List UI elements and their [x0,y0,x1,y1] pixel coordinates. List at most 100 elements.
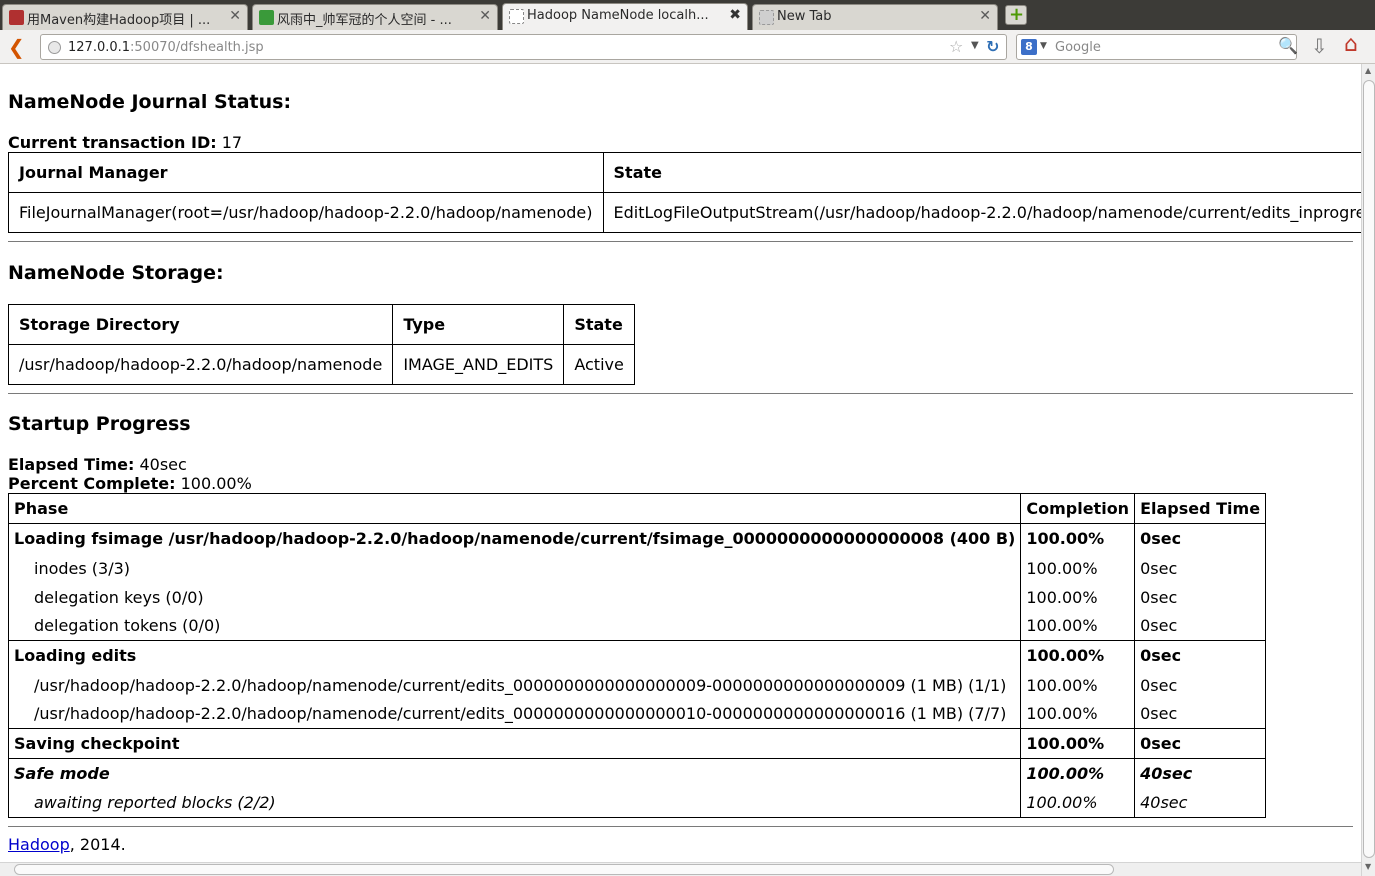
favicon-icon [509,9,524,24]
history-dropdown-icon[interactable]: ▼ [971,40,979,51]
storage-directory-cell: /usr/hadoop/hadoop-2.2.0/hadoop/namenode [7,344,394,385]
completion-cell: 100.00% [1020,582,1136,612]
phase-cell: /usr/hadoop/hadoop-2.2.0/hadoop/namenode… [7,670,1022,700]
elapsed-cell: 0sec [1134,611,1267,641]
bookmark-star-icon[interactable]: ☆ [949,37,963,56]
close-tab-icon[interactable]: ✕ [979,8,991,24]
column-header: Journal Manager [8,152,604,193]
tab-title: Hadoop NameNode localh... [527,8,709,23]
footer: Hadoop, 2014. [8,835,126,854]
completion-cell: 100.00% [1020,699,1136,729]
download-icon[interactable]: ⇩ [1311,34,1328,58]
phase-row: Saving checkpoint 100.00% 0sec [7,728,1267,759]
phase-row: Safe mode 100.00% 40sec [7,758,1267,789]
footer-text: , 2014. [69,835,126,854]
tab-title: New Tab [777,9,832,24]
phase-cell: delegation tokens (0/0) [7,611,1022,641]
current-transaction-id: Current transaction ID: 17 [8,133,243,152]
search-bar[interactable]: 8 ▼ Google 🔍 [1016,34,1298,60]
table-row: /usr/hadoop/hadoop-2.2.0/hadoop/namenode… [7,344,635,385]
tab-title: 风雨中_帅军冠的个人空间 - ... [277,13,452,28]
horizontal-scrollbar[interactable] [0,862,1361,876]
url-text[interactable]: 127.0.0.1:50070/dfshealth.jsp [68,40,264,55]
reload-icon[interactable]: ↻ [986,37,999,56]
address-bar[interactable]: 127.0.0.1:50070/dfshealth.jsp ☆ ▼ ↻ [40,34,1007,60]
elapsed-cell: 0sec [1134,670,1267,700]
step-row: /usr/hadoop/hadoop-2.2.0/hadoop/namenode… [7,699,1267,729]
close-tab-icon[interactable]: ✕ [479,8,491,24]
close-tab-icon[interactable]: ✕ [229,8,241,24]
completion-cell: 100.00% [1020,670,1136,700]
journal-status-heading: NameNode Journal Status: [8,91,292,113]
elapsed-cell: 0sec [1134,582,1267,612]
elapsed-cell: 0sec [1134,523,1267,554]
step-row: awaiting reported blocks (2/2) 100.00% 4… [7,788,1267,818]
step-row: delegation keys (0/0) 100.00% 0sec [7,582,1267,612]
vertical-scrollbar[interactable]: ▲ ▼ [1361,64,1375,876]
startup-progress-heading: Startup Progress [8,413,191,435]
scrollbar-thumb[interactable] [14,864,1114,875]
completion-cell: 100.00% [1020,553,1136,583]
journal-manager-cell: FileJournalManager(root=/usr/hadoop/hado… [8,192,604,233]
divider [8,241,1353,242]
phase-cell: Safe mode [7,758,1022,789]
storage-heading: NameNode Storage: [8,262,224,284]
hadoop-link[interactable]: Hadoop [8,835,70,854]
phase-cell: Loading fsimage /usr/hadoop/hadoop-2.2.0… [7,523,1022,554]
search-icon[interactable]: 🔍 [1278,36,1298,55]
tab-personal-space[interactable]: 风雨中_帅军冠的个人空间 - ... ✕ [252,4,498,30]
phase-cell: Loading edits [7,640,1022,671]
scroll-down-icon[interactable]: ▼ [1365,862,1371,871]
column-header: State [563,304,635,345]
search-input[interactable]: Google [1055,40,1101,55]
phase-cell: delegation keys (0/0) [7,582,1022,612]
storage-table: Storage Directory Type State /usr/hadoop… [7,304,635,385]
close-tab-icon[interactable]: ✖ [729,7,741,23]
phase-row: Loading fsimage /usr/hadoop/hadoop-2.2.0… [7,523,1267,554]
column-header: Phase [7,493,1022,524]
phase-cell: /usr/hadoop/hadoop-2.2.0/hadoop/namenode… [7,699,1022,729]
google-icon[interactable]: 8 [1021,39,1037,55]
column-header: Storage Directory [7,304,394,345]
completion-cell: 100.00% [1020,758,1136,789]
phase-cell: awaiting reported blocks (2/2) [7,788,1022,818]
tab-hadoop-namenode[interactable]: Hadoop NameNode localh... ✖ [502,3,748,30]
journal-state-cell: EditLogFileOutputStream(/usr/hadoop/hado… [602,192,1361,233]
elapsed-time: Elapsed Time: 40sec [8,455,187,474]
page-content: NameNode Journal Status: Current transac… [0,64,1361,862]
percent-complete: Percent Complete: 100.00% [8,474,252,493]
tab-maven-hadoop[interactable]: 用Maven构建Hadoop项目 | ... ✕ [2,4,248,30]
phase-cell: Saving checkpoint [7,728,1022,759]
tab-new-tab[interactable]: New Tab ✕ [752,4,998,30]
storage-type-cell: IMAGE_AND_EDITS [392,344,565,385]
phase-row: Loading edits 100.00% 0sec [7,640,1267,671]
globe-icon [48,41,61,54]
scroll-up-icon[interactable]: ▲ [1365,66,1371,75]
elapsed-cell: 0sec [1134,640,1267,671]
scrollbar-thumb[interactable] [1363,80,1375,858]
step-row: delegation tokens (0/0) 100.00% 0sec [7,611,1267,641]
navigation-bar: ❮ 127.0.0.1:50070/dfshealth.jsp ☆ ▼ ↻ 8 … [0,30,1375,64]
favicon-icon [259,10,274,25]
completion-cell: 100.00% [1020,611,1136,641]
divider [8,826,1353,827]
completion-cell: 100.00% [1020,523,1136,554]
column-header: Completion [1020,493,1136,524]
elapsed-cell: 40sec [1134,788,1267,818]
storage-state-cell: Active [563,344,635,385]
step-row: inodes (3/3) 100.00% 0sec [7,553,1267,583]
divider [8,393,1353,394]
favicon-icon [759,10,774,25]
back-arrow-icon[interactable]: ❮ [8,35,25,59]
completion-cell: 100.00% [1020,728,1136,759]
completion-cell: 100.00% [1020,788,1136,818]
home-icon[interactable]: ⌂ [1344,32,1358,57]
new-tab-button[interactable]: + [1005,4,1027,25]
elapsed-cell: 0sec [1134,553,1267,583]
search-engine-dropdown-icon[interactable]: ▼ [1040,41,1047,51]
plus-icon: + [1009,4,1025,25]
elapsed-cell: 0sec [1134,728,1267,759]
startup-progress-table: Phase Completion Elapsed Time Loading fs… [7,493,1267,818]
favicon-icon [9,10,24,25]
tab-title: 用Maven构建Hadoop项目 | ... [27,13,211,28]
